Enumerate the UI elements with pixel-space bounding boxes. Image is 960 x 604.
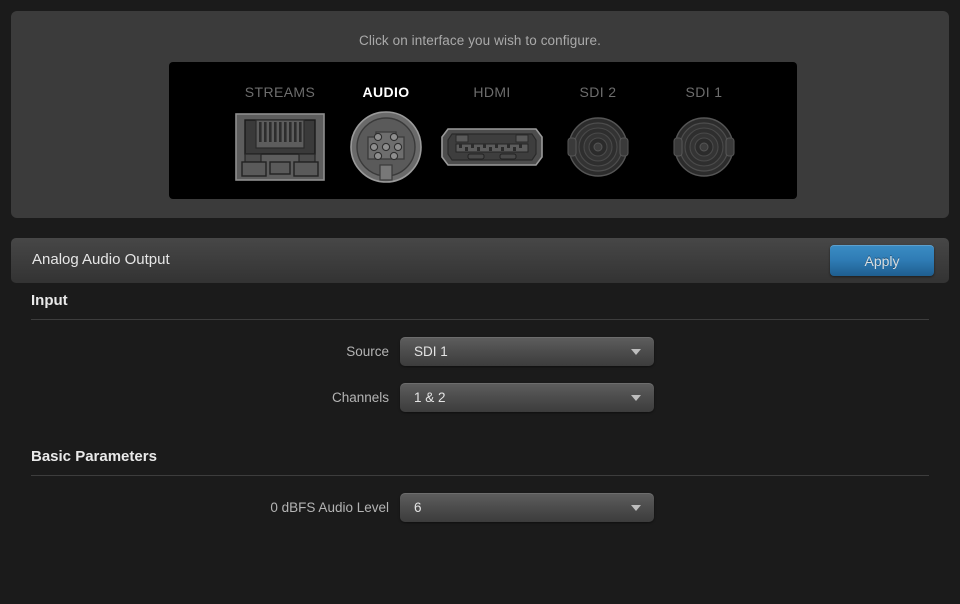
- field-row-source: Source SDI 1: [0, 337, 960, 366]
- interface-label-hdmi: HDMI: [433, 84, 551, 100]
- interface-picker-hint: Click on interface you wish to configure…: [11, 33, 949, 48]
- interface-item-hdmi[interactable]: HDMI: [433, 62, 551, 199]
- audio-level-select-value: 6: [414, 493, 422, 522]
- page-title: Analog Audio Output: [32, 251, 170, 268]
- interface-item-streams[interactable]: STREAMS: [221, 62, 339, 199]
- interface-picker-panel: Click on interface you wish to configure…: [11, 11, 949, 218]
- source-select-value: SDI 1: [414, 337, 448, 366]
- interface-item-sdi-1[interactable]: SDI 1: [645, 62, 763, 199]
- form-group-input: Input Source SDI 1 Channels 1 & 2: [0, 292, 960, 412]
- din-audio-connector-icon: [327, 106, 445, 188]
- source-select[interactable]: SDI 1: [400, 337, 654, 366]
- group-divider: [31, 319, 929, 320]
- group-spacer: [0, 412, 960, 448]
- interface-item-audio[interactable]: AUDIO: [327, 62, 445, 199]
- field-label-audio-level: 0 dBFS Audio Level: [0, 500, 400, 515]
- chevron-down-icon: [631, 395, 641, 401]
- interface-label-audio: AUDIO: [327, 84, 445, 100]
- audio-level-select[interactable]: 6: [400, 493, 654, 522]
- channels-select-value: 1 & 2: [414, 383, 446, 412]
- interface-item-sdi-2[interactable]: SDI 2: [539, 62, 657, 199]
- field-label-channels: Channels: [0, 390, 400, 405]
- group-title-basic-parameters: Basic Parameters: [31, 448, 960, 465]
- group-divider: [31, 475, 929, 476]
- interface-label-streams: STREAMS: [221, 84, 339, 100]
- rj45-ethernet-icon: [221, 106, 339, 188]
- form-group-basic-parameters: Basic Parameters 0 dBFS Audio Level 6: [0, 448, 960, 522]
- interface-label-sdi-2: SDI 2: [539, 84, 657, 100]
- interface-label-sdi-1: SDI 1: [645, 84, 763, 100]
- field-row-audio-level: 0 dBFS Audio Level 6: [0, 493, 960, 522]
- bnc-connector-icon: [645, 106, 763, 188]
- settings-form: Input Source SDI 1 Channels 1 & 2 Basic …: [0, 292, 960, 522]
- connector-board: STREAMS: [169, 62, 797, 199]
- apply-button[interactable]: Apply: [830, 245, 934, 276]
- chevron-down-icon: [631, 505, 641, 511]
- hdmi-port-icon: [433, 106, 551, 188]
- field-label-source: Source: [0, 344, 400, 359]
- field-row-channels: Channels 1 & 2: [0, 383, 960, 412]
- section-header-bar: Analog Audio Output Apply: [11, 238, 949, 283]
- channels-select[interactable]: 1 & 2: [400, 383, 654, 412]
- chevron-down-icon: [631, 349, 641, 355]
- group-title-input: Input: [31, 292, 960, 309]
- bnc-connector-icon: [539, 106, 657, 188]
